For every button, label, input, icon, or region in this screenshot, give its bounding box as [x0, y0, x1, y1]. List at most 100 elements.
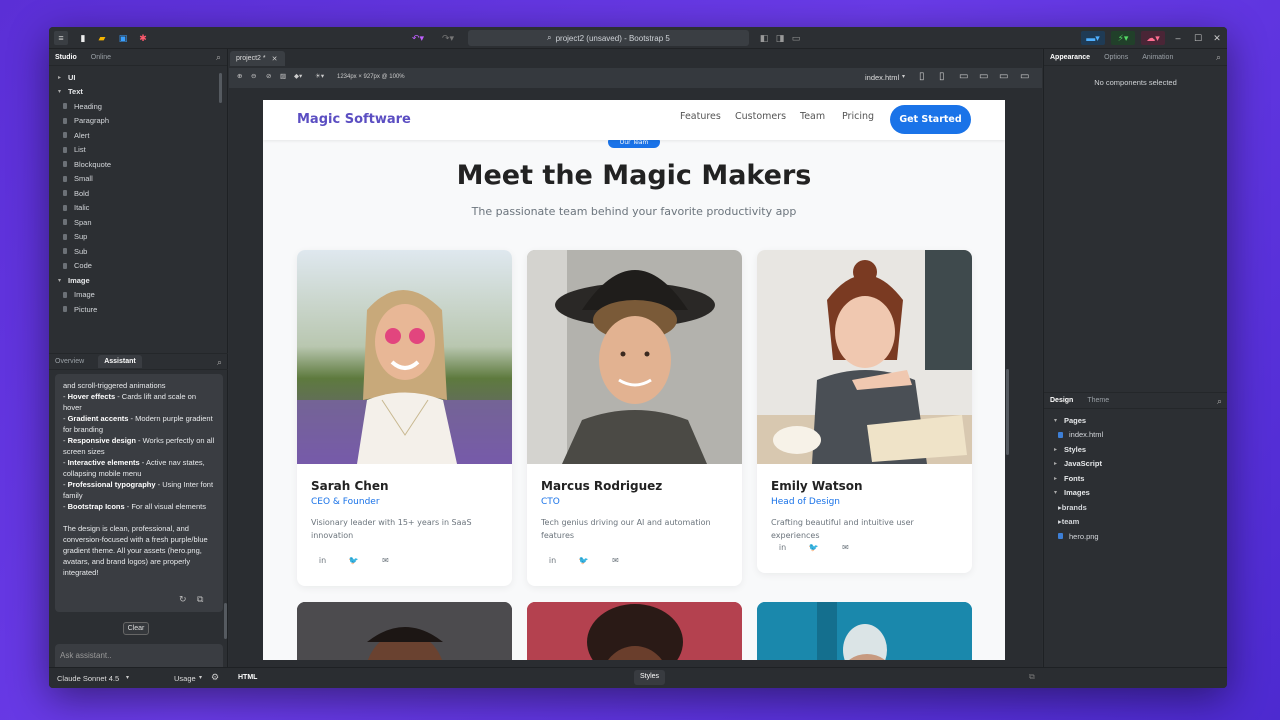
tab-studio[interactable]: Studio [55, 54, 77, 61]
tree-item-code[interactable]: Code [49, 259, 227, 274]
chevron-down-icon[interactable]: ▾ [58, 88, 64, 95]
tree-item-paragraph[interactable]: Paragraph [49, 114, 227, 129]
redo-icon[interactable]: ↷▾ [437, 31, 459, 45]
copy-icon[interactable]: ⧉ [197, 594, 203, 605]
tree-item-images[interactable]: ▾ Images [1044, 486, 1227, 501]
tree-item-bold[interactable]: Bold [49, 186, 227, 201]
mail-icon[interactable]: ✉ [610, 555, 621, 566]
device-phone-icon[interactable]: ▯ [919, 71, 925, 82]
tree-item-italic[interactable]: Italic [49, 201, 227, 216]
search-icon[interactable]: ⌕ [1216, 52, 1221, 63]
tab-assistant[interactable]: Assistant [98, 355, 142, 368]
mail-icon[interactable]: ✉ [840, 542, 851, 553]
close-tab-icon[interactable]: ✕ [272, 55, 278, 63]
sun-icon[interactable]: ☀▾ [315, 72, 324, 80]
usage-select[interactable]: Usage [174, 674, 196, 683]
nav-customers[interactable]: Customers [735, 111, 786, 122]
tree-item-styles[interactable]: ▸ Styles [1044, 442, 1227, 457]
save-icon[interactable]: ▣ [116, 31, 130, 45]
linkedin-icon[interactable]: in [547, 555, 558, 566]
tab-design[interactable]: Design [1050, 397, 1073, 404]
tab-appearance[interactable]: Appearance [1050, 54, 1090, 61]
layers-icon[interactable]: ◆▾ [294, 72, 302, 80]
clear-button[interactable]: Clear [123, 622, 149, 635]
no-icon[interactable]: ⊘ [266, 72, 271, 80]
tree-item-span[interactable]: Span [49, 215, 227, 230]
chevron-down-icon[interactable]: ▾ [199, 674, 202, 681]
chevron-right-icon[interactable]: ▸ [58, 74, 64, 81]
maximize-icon[interactable]: ☐ [1191, 31, 1205, 45]
tab-animation[interactable]: Animation [1142, 54, 1173, 61]
expand-icon[interactable]: ⧉ [1029, 672, 1035, 682]
team-card-partial[interactable] [527, 602, 742, 660]
team-card[interactable]: Emily Watson Head of Design Crafting bea… [757, 250, 972, 573]
tree-item-alert[interactable]: Alert [49, 128, 227, 143]
file-select[interactable]: index.html [865, 73, 899, 82]
mail-icon[interactable]: ✉ [380, 555, 391, 566]
dimensions-label[interactable]: 1234px × 927px @ 100% [337, 74, 405, 80]
device-tablet-icon[interactable]: ▯ [939, 71, 945, 82]
twitter-icon[interactable]: 🐦 [808, 542, 819, 553]
chevron-right-icon[interactable]: ▸ [1054, 446, 1060, 453]
tree-item-fonts[interactable]: ▸ Fonts [1044, 471, 1227, 486]
tree-item-list[interactable]: List [49, 143, 227, 158]
layout-bottom-icon[interactable]: ▭ [789, 31, 803, 45]
tree-item-sup[interactable]: Sup [49, 230, 227, 245]
team-card[interactable]: Sarah Chen CEO & Founder Visionary leade… [297, 250, 512, 586]
menu-icon[interactable]: ≡ [54, 31, 68, 45]
get-started-button[interactable]: Get Started [890, 105, 971, 134]
chevron-down-icon[interactable]: ▾ [1054, 417, 1060, 424]
search-icon[interactable]: ⌕ [217, 357, 222, 368]
image-icon[interactable]: ▨ [280, 72, 286, 80]
chevron-down-icon[interactable]: ▾ [126, 674, 129, 681]
tree-item-image[interactable]: Image [49, 288, 227, 303]
tree-item-blockquote[interactable]: Blockquote [49, 157, 227, 172]
preview-icon[interactable]: ▬▾ [1081, 31, 1105, 45]
settings-icon[interactable]: ✱ [136, 31, 150, 45]
twitter-icon[interactable]: 🐦 [578, 555, 589, 566]
gear-icon[interactable]: ⚙ [211, 672, 219, 683]
cloud-icon[interactable]: ☁▾ [1141, 31, 1165, 45]
team-card[interactable]: Marcus Rodriguez CTO Tech genius driving… [527, 250, 742, 586]
chevron-down-icon[interactable]: ▾ [58, 277, 64, 284]
tree-item-ui[interactable]: ▸ UI [49, 70, 227, 85]
tab-overview[interactable]: Overview [55, 358, 84, 365]
chevron-right-icon[interactable]: ▸ [1054, 460, 1060, 467]
scrollbar[interactable] [219, 73, 222, 103]
tab-theme[interactable]: Theme [1087, 397, 1109, 404]
tree-item-heading[interactable]: Heading [49, 99, 227, 114]
device-desktop-icon[interactable]: ▭ [999, 71, 1008, 82]
tab-styles[interactable]: Styles [634, 670, 666, 685]
run-icon[interactable]: ⚡▾ [1111, 31, 1135, 45]
tree-item-sub[interactable]: Sub [49, 244, 227, 259]
zoom-out-icon[interactable]: ⊖ [251, 72, 256, 80]
twitter-icon[interactable]: 🐦 [348, 555, 359, 566]
device-tablet-landscape-icon[interactable]: ▭ [959, 71, 968, 82]
page-canvas[interactable]: Magic Software Features Customers Team P… [263, 100, 1005, 660]
chevron-down-icon[interactable]: ▾ [902, 73, 905, 80]
nav-team[interactable]: Team [800, 111, 825, 122]
layout-right-icon[interactable]: ◨ [773, 31, 787, 45]
chevron-right-icon[interactable]: ▸ [1054, 475, 1060, 482]
site-brand[interactable]: Magic Software [297, 112, 411, 127]
tab-online[interactable]: Online [91, 54, 111, 61]
tree-item-pages[interactable]: ▾ Pages [1044, 413, 1227, 428]
team-card-partial[interactable] [297, 602, 512, 660]
retry-icon[interactable]: ↻ [179, 594, 187, 605]
tree-item-text[interactable]: ▾ Text [49, 85, 227, 100]
chat-scrollbar[interactable] [224, 603, 227, 639]
tree-item-small[interactable]: Small [49, 172, 227, 187]
device-laptop-icon[interactable]: ▭ [979, 71, 988, 82]
new-file-icon[interactable]: ▮ [76, 31, 90, 45]
close-icon[interactable]: ✕ [1210, 31, 1224, 45]
chevron-down-icon[interactable]: ▾ [1054, 489, 1060, 496]
canvas-scrollbar[interactable] [1006, 369, 1009, 455]
team-card-partial[interactable] [757, 602, 972, 660]
open-folder-icon[interactable]: ▰ [95, 31, 109, 45]
tree-item-javascript[interactable]: ▸ JavaScript [1044, 457, 1227, 472]
tab-project2[interactable]: project2 * ✕ [230, 51, 285, 66]
nav-pricing[interactable]: Pricing [842, 111, 874, 122]
undo-icon[interactable]: ↶▾ [407, 31, 429, 45]
tab-options[interactable]: Options [1104, 54, 1128, 61]
tree-item-brands[interactable]: ▸ brands [1044, 500, 1227, 515]
